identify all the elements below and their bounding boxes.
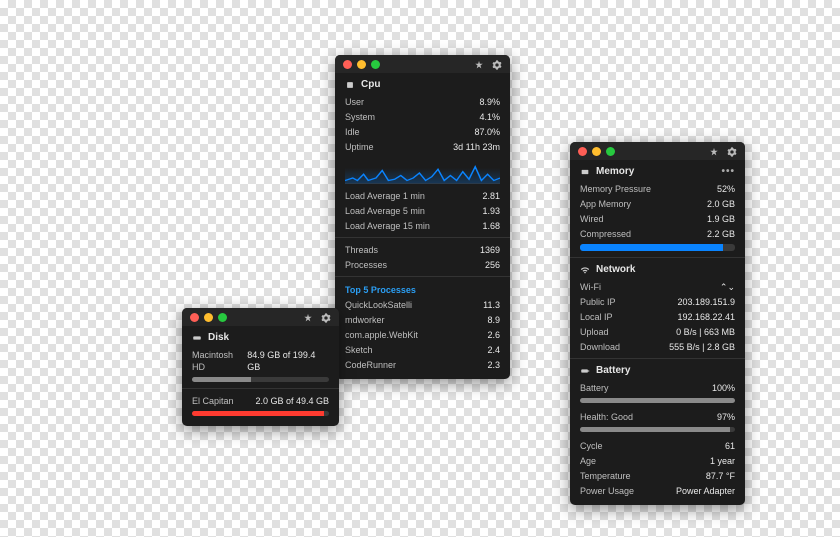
traffic-lights — [190, 313, 227, 322]
top-process-row: com.apple.WebKit2.6 — [335, 327, 510, 342]
top-processes-header: Top 5 Processes — [335, 281, 510, 297]
titlebar[interactable] — [570, 142, 745, 160]
top-process-row: mdworker8.9 — [335, 312, 510, 327]
disk-usage-bar — [192, 411, 329, 416]
divider — [335, 237, 510, 238]
battery-row-power: Power UsagePower Adapter — [570, 483, 745, 505]
cpu-row-idle: Idle87.0% — [335, 124, 510, 139]
close-icon[interactable] — [190, 313, 199, 322]
top-process-row: Sketch2.4 — [335, 342, 510, 357]
wifi-icon — [580, 265, 590, 275]
pin-icon[interactable] — [303, 313, 313, 325]
traffic-lights — [578, 147, 615, 156]
cpu-row-load5: Load Average 5 min1.93 — [335, 203, 510, 218]
network-row-public-ip: Public IP203.189.151.9 — [570, 294, 745, 309]
battery-row-temp: Temperature87.7 °F — [570, 468, 745, 483]
network-row-upload: Upload0 B/s | 663 MB — [570, 324, 745, 339]
cpu-row-threads: Threads1369 — [335, 242, 510, 257]
disk-title: Disk — [208, 332, 229, 343]
more-icon[interactable]: ••• — [721, 166, 735, 177]
divider — [182, 388, 339, 389]
top-process-row: CodeRunner2.3 — [335, 357, 510, 379]
memory-row-wired: Wired1.9 GB — [570, 211, 745, 226]
disk-panel: Disk Macintosh HD84.9 GB of 199.4 GB El … — [182, 308, 339, 426]
cpu-section-header: Cpu — [335, 73, 510, 94]
cpu-sparkline — [345, 158, 500, 184]
minimize-icon[interactable] — [592, 147, 601, 156]
cpu-row-load15: Load Average 15 min1.68 — [335, 218, 510, 233]
disk-usage-fill — [192, 377, 251, 382]
battery-health-bar — [580, 427, 735, 432]
memory-usage-bar — [580, 244, 735, 251]
cpu-icon — [345, 80, 355, 90]
battery-row-health: Health: Good97% — [570, 409, 745, 424]
memory-icon — [580, 167, 590, 177]
close-icon[interactable] — [578, 147, 587, 156]
battery-icon — [580, 366, 590, 376]
zoom-icon[interactable] — [218, 313, 227, 322]
disk-section-header: Disk — [182, 326, 339, 347]
pin-icon[interactable] — [474, 60, 484, 72]
battery-section-header: Battery — [570, 363, 745, 380]
close-icon[interactable] — [343, 60, 352, 69]
memory-row-compressed: Compressed2.2 GB — [570, 226, 745, 241]
battery-level-fill — [580, 398, 735, 403]
battery-row-level: Battery100% — [570, 380, 745, 395]
gear-icon[interactable] — [321, 313, 331, 325]
cpu-row-system: System4.1% — [335, 109, 510, 124]
cpu-row-load1: Load Average 1 min2.81 — [335, 188, 510, 203]
top-process-row: QuickLookSatelli11.3 — [335, 297, 510, 312]
gear-icon[interactable] — [492, 60, 502, 72]
chevron-up-down-icon: ⌃⌄ — [720, 281, 735, 293]
memory-usage-fill — [580, 244, 723, 251]
memory-section-header: Memory ••• — [570, 160, 745, 181]
memory-title: Memory — [596, 166, 634, 177]
gear-icon[interactable] — [727, 147, 737, 159]
minimize-icon[interactable] — [357, 60, 366, 69]
network-row-download: Download555 B/s | 2.8 GB — [570, 339, 745, 354]
battery-row-cycle: Cycle61 — [570, 438, 745, 453]
pin-icon[interactable] — [709, 147, 719, 159]
disk-usage-fill — [192, 411, 324, 416]
zoom-icon[interactable] — [371, 60, 380, 69]
cpu-row-uptime: Uptime3d 11h 23m — [335, 139, 510, 154]
titlebar[interactable] — [335, 55, 510, 73]
disk-volume-row: Macintosh HD84.9 GB of 199.4 GB — [182, 347, 339, 374]
divider — [570, 257, 745, 258]
cpu-row-processes: Processes256 — [335, 257, 510, 272]
battery-health-fill — [580, 427, 730, 432]
network-interface-row[interactable]: Wi-Fi⌃⌄ — [570, 279, 745, 294]
zoom-icon[interactable] — [606, 147, 615, 156]
network-section-header: Network — [570, 262, 745, 279]
disk-usage-bar — [192, 377, 329, 382]
memory-row-app: App Memory2.0 GB — [570, 196, 745, 211]
network-row-local-ip: Local IP192.168.22.41 — [570, 309, 745, 324]
system-panel: Memory ••• Memory Pressure52% App Memory… — [570, 142, 745, 505]
disk-icon — [192, 333, 202, 343]
disk-volume-row: El Capitan2.0 GB of 49.4 GB — [182, 393, 339, 408]
battery-title: Battery — [596, 365, 630, 376]
divider — [335, 276, 510, 277]
memory-row-pressure: Memory Pressure52% — [570, 181, 745, 196]
battery-row-age: Age1 year — [570, 453, 745, 468]
network-title: Network — [596, 264, 635, 275]
cpu-title: Cpu — [361, 79, 380, 90]
cpu-row-user: User8.9% — [335, 94, 510, 109]
minimize-icon[interactable] — [204, 313, 213, 322]
divider — [570, 358, 745, 359]
traffic-lights — [343, 60, 380, 69]
titlebar[interactable] — [182, 308, 339, 326]
cpu-panel: Cpu User8.9% System4.1% Idle87.0% Uptime… — [335, 55, 510, 379]
battery-level-bar — [580, 398, 735, 403]
